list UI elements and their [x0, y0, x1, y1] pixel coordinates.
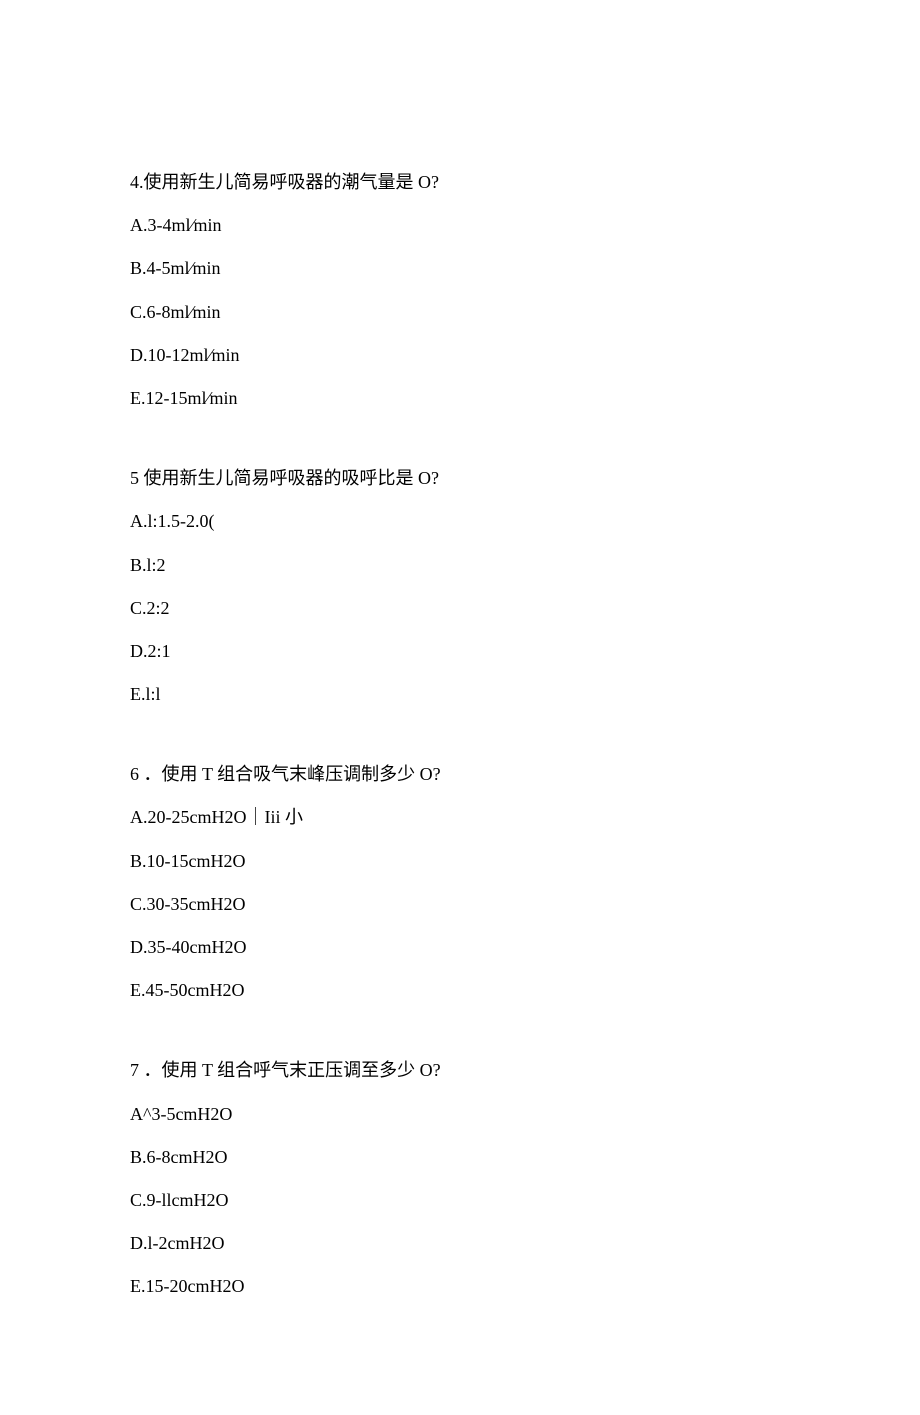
option-b: B.6-8cmH2O: [130, 1145, 790, 1170]
option-e: E.45-50cmH2O: [130, 978, 790, 1003]
option-e: E.l:l: [130, 682, 790, 707]
option-a: A.l:1.5-2.0(: [130, 509, 790, 534]
question-stem: 6 ．使用 T 组合吸气末峰压调制多少 O?: [130, 762, 790, 787]
question-7: 7 ．使用 T 组合呼气末正压调至多少 O? A^3-5cmH2O B.6-8c…: [130, 1058, 790, 1299]
option-b: B.4-5ml⁄min: [130, 256, 790, 281]
option-c: C.2:2: [130, 596, 790, 621]
question-stem: 4.使用新生儿简易呼吸器的潮气量是 O?: [130, 170, 790, 195]
question-6: 6 ．使用 T 组合吸气末峰压调制多少 O? A.20-25cmH2O｜Iii …: [130, 762, 790, 1003]
option-d: D.10-12ml⁄min: [130, 343, 790, 368]
option-b: B.l:2: [130, 553, 790, 578]
question-5: 5 使用新生儿简易呼吸器的吸呼比是 O? A.l:1.5-2.0( B.l:2 …: [130, 466, 790, 707]
document-page: 4.使用新生儿简易呼吸器的潮气量是 O? A.3-4ml⁄min B.4-5ml…: [0, 0, 920, 1415]
question-4: 4.使用新生儿简易呼吸器的潮气量是 O? A.3-4ml⁄min B.4-5ml…: [130, 170, 790, 411]
question-stem: 5 使用新生儿简易呼吸器的吸呼比是 O?: [130, 466, 790, 491]
option-d: D.2:1: [130, 639, 790, 664]
option-a: A^3-5cmH2O: [130, 1102, 790, 1127]
option-e: E.12-15ml⁄min: [130, 386, 790, 411]
option-e: E.15-20cmH2O: [130, 1274, 790, 1299]
option-c: C.9-llcmH2O: [130, 1188, 790, 1213]
option-c: C.30-35cmH2O: [130, 892, 790, 917]
question-stem: 7 ．使用 T 组合呼气末正压调至多少 O?: [130, 1058, 790, 1083]
option-d: D.35-40cmH2O: [130, 935, 790, 960]
option-d: D.l-2cmH2O: [130, 1231, 790, 1256]
option-a: A.3-4ml⁄min: [130, 213, 790, 238]
option-a: A.20-25cmH2O｜Iii 小: [130, 805, 790, 830]
option-c: C.6-8ml⁄min: [130, 300, 790, 325]
option-b: B.10-15cmH2O: [130, 849, 790, 874]
